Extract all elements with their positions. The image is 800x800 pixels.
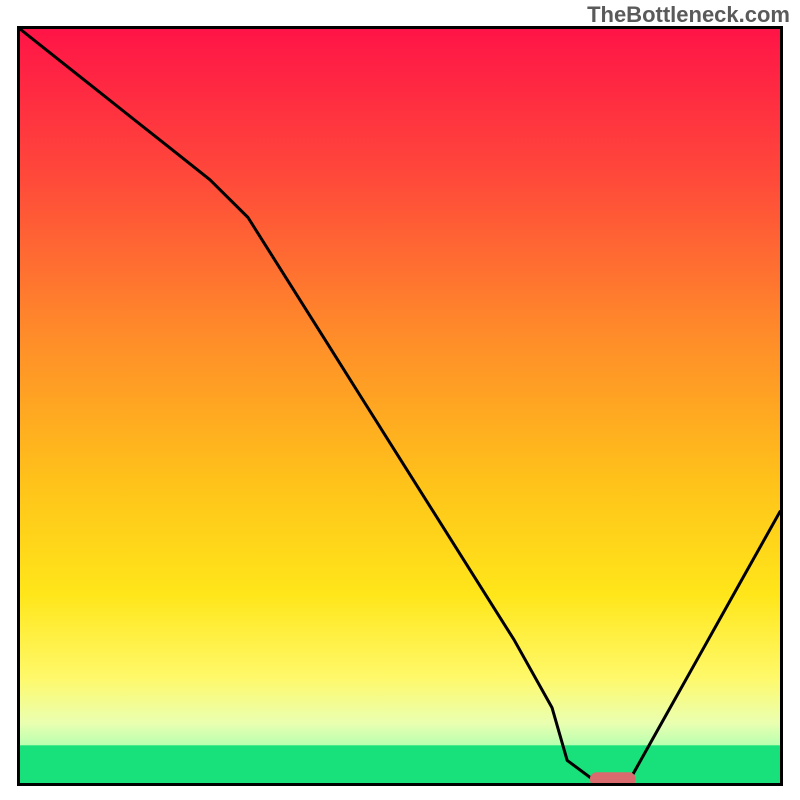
- gradient-background: [20, 29, 780, 783]
- chart-frame: [17, 26, 783, 786]
- watermark-text: TheBottleneck.com: [587, 2, 790, 28]
- chart-plot-area: [20, 29, 780, 783]
- green-band: [20, 745, 780, 783]
- chart-svg: [20, 29, 780, 783]
- chart-container: TheBottleneck.com: [0, 0, 800, 800]
- optimal-marker: [590, 772, 636, 783]
